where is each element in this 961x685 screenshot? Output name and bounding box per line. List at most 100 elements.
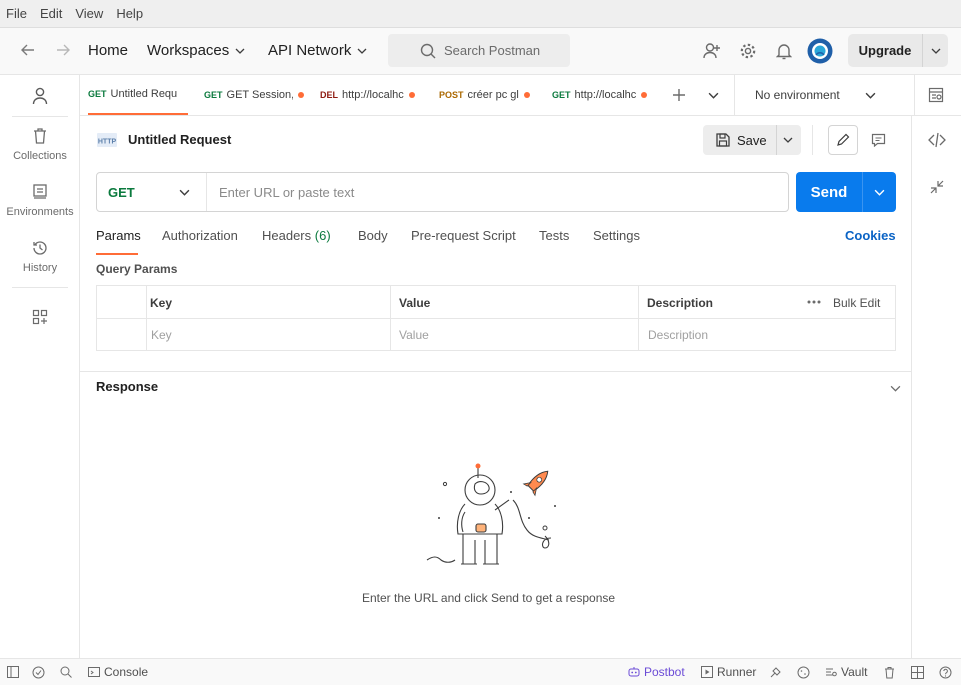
value-input[interactable]: Value — [399, 319, 429, 351]
http-icon: HTTP — [96, 129, 118, 151]
environment-selector[interactable]: No environment — [734, 75, 915, 115]
menu-help[interactable]: Help — [116, 6, 143, 21]
trash-icon[interactable] — [884, 659, 895, 685]
bulk-edit-link[interactable]: Bulk Edit — [833, 286, 880, 319]
tab-tests[interactable]: Tests — [539, 228, 569, 243]
request-tab[interactable]: GET GET Session, — [204, 75, 304, 115]
tab-method: GET — [88, 89, 107, 99]
postbot-button[interactable]: Postbot — [628, 659, 685, 685]
menu-file[interactable]: File — [6, 6, 27, 21]
help-icon[interactable] — [939, 659, 952, 685]
sidebar-item-label: Collections — [13, 150, 67, 162]
two-pane-layout-icon[interactable] — [911, 659, 924, 685]
tab-list-chevron-down-icon[interactable] — [708, 90, 719, 101]
forward-arrow-icon[interactable] — [55, 42, 71, 58]
bell-icon[interactable] — [776, 42, 792, 60]
query-params-table: Key Value Description Bulk Edit Key Valu… — [96, 285, 896, 351]
tab-authorization[interactable]: Authorization — [162, 228, 238, 243]
tab-label: http://localhc — [574, 89, 637, 101]
app-header: Home Workspaces API Network Search Postm… — [0, 28, 961, 75]
description-input[interactable]: Description — [648, 319, 708, 351]
comment-icon[interactable] — [863, 125, 893, 155]
gear-icon[interactable] — [739, 42, 757, 60]
divider — [97, 318, 895, 319]
api-network-menu[interactable]: API Network — [268, 42, 367, 59]
menu-edit[interactable]: Edit — [40, 6, 62, 21]
collapse-chevron-down-icon[interactable] — [890, 383, 901, 394]
tab-method: POST — [439, 90, 464, 100]
find-icon[interactable] — [60, 659, 72, 685]
divider — [12, 116, 68, 117]
collapse-icon[interactable] — [930, 180, 944, 194]
sidebar: Collections Environments History — [0, 75, 80, 658]
divider — [922, 34, 923, 67]
menu-view[interactable]: View — [75, 6, 103, 21]
method-select[interactable]: GET — [97, 173, 207, 211]
edit-pencil-icon[interactable] — [828, 125, 858, 155]
unsaved-indicator — [523, 92, 530, 98]
menu-bar: File Edit View Help — [0, 0, 961, 28]
home-link[interactable]: Home — [88, 42, 128, 59]
sidebar-item-history[interactable]: History — [0, 239, 80, 274]
tab-body[interactable]: Body — [358, 228, 388, 243]
request-tab-bar: GET Untitled Requ GET GET Session, DEL h… — [80, 75, 961, 116]
postbot-icon — [628, 667, 640, 677]
tab-pre-request-script[interactable]: Pre-request Script — [411, 228, 516, 243]
tab-label: http://localhc — [342, 89, 404, 101]
send-label: Send — [810, 183, 848, 201]
cookies-icon[interactable] — [797, 659, 810, 685]
request-tab[interactable]: DEL http://localhc — [320, 75, 420, 115]
sidebar-item-label: History — [22, 262, 58, 274]
tab-label: GET Session, — [226, 89, 293, 101]
save-button[interactable]: Save — [703, 125, 801, 155]
request-tab[interactable]: POST créer pc gl — [439, 75, 539, 115]
chevron-down-icon — [235, 48, 245, 54]
vault-button[interactable]: Vault — [825, 659, 867, 685]
avatar[interactable] — [807, 38, 833, 64]
search-placeholder: Search Postman — [444, 43, 541, 58]
column-header-value: Value — [399, 295, 431, 310]
workspaces-menu[interactable]: Workspaces — [147, 42, 245, 59]
divider — [390, 286, 391, 350]
chevron-down-icon[interactable] — [874, 187, 885, 198]
new-tab-plus-icon[interactable] — [672, 88, 686, 102]
svg-text:HTTP: HTTP — [98, 139, 117, 146]
tab-headers[interactable]: Headers (6) — [262, 228, 331, 243]
invite-user-icon[interactable] — [703, 42, 721, 60]
tab-settings[interactable]: Settings — [593, 228, 640, 243]
toggle-sidebar-icon[interactable] — [7, 659, 19, 685]
code-icon[interactable] — [928, 132, 946, 148]
cookies-link[interactable]: Cookies — [845, 228, 896, 243]
column-header-key: Key — [150, 295, 173, 310]
trash-can-icon — [32, 127, 48, 145]
sidebar-item-collections[interactable]: Collections — [0, 127, 80, 162]
runner-button[interactable]: Runner — [701, 659, 756, 685]
save-label: Save — [737, 132, 767, 148]
capture-requests-icon[interactable] — [769, 659, 782, 685]
upgrade-button[interactable]: Upgrade — [848, 34, 948, 67]
chevron-down-icon[interactable] — [931, 46, 941, 56]
configure-sidebar-icon[interactable] — [32, 309, 48, 325]
workspaces-label: Workspaces — [147, 42, 230, 59]
tab-label: créer pc gl — [467, 89, 519, 101]
tab-params[interactable]: Params — [96, 228, 141, 243]
upgrade-label: Upgrade — [858, 43, 912, 58]
more-options-icon[interactable] — [807, 300, 821, 304]
send-button[interactable]: Send — [796, 172, 896, 212]
console-button[interactable]: Console — [88, 659, 148, 685]
headers-count: (6) — [314, 228, 331, 243]
chevron-down-icon[interactable] — [783, 135, 793, 145]
request-tab[interactable]: GET http://localhc — [552, 75, 652, 115]
console-icon — [88, 667, 100, 677]
key-input[interactable]: Key — [151, 319, 172, 351]
search-input[interactable]: Search Postman — [388, 34, 570, 67]
sidebar-item-environments[interactable]: Environments — [0, 183, 80, 218]
environment-quick-look-icon[interactable] — [928, 87, 944, 103]
check-circle-icon[interactable] — [32, 659, 45, 685]
back-arrow-icon[interactable] — [20, 42, 36, 58]
history-icon — [31, 239, 49, 257]
url-input[interactable] — [207, 174, 788, 210]
request-tab[interactable]: GET Untitled Requ — [88, 75, 188, 115]
user-icon[interactable] — [32, 87, 48, 105]
request-title[interactable]: Untitled Request — [128, 132, 231, 147]
